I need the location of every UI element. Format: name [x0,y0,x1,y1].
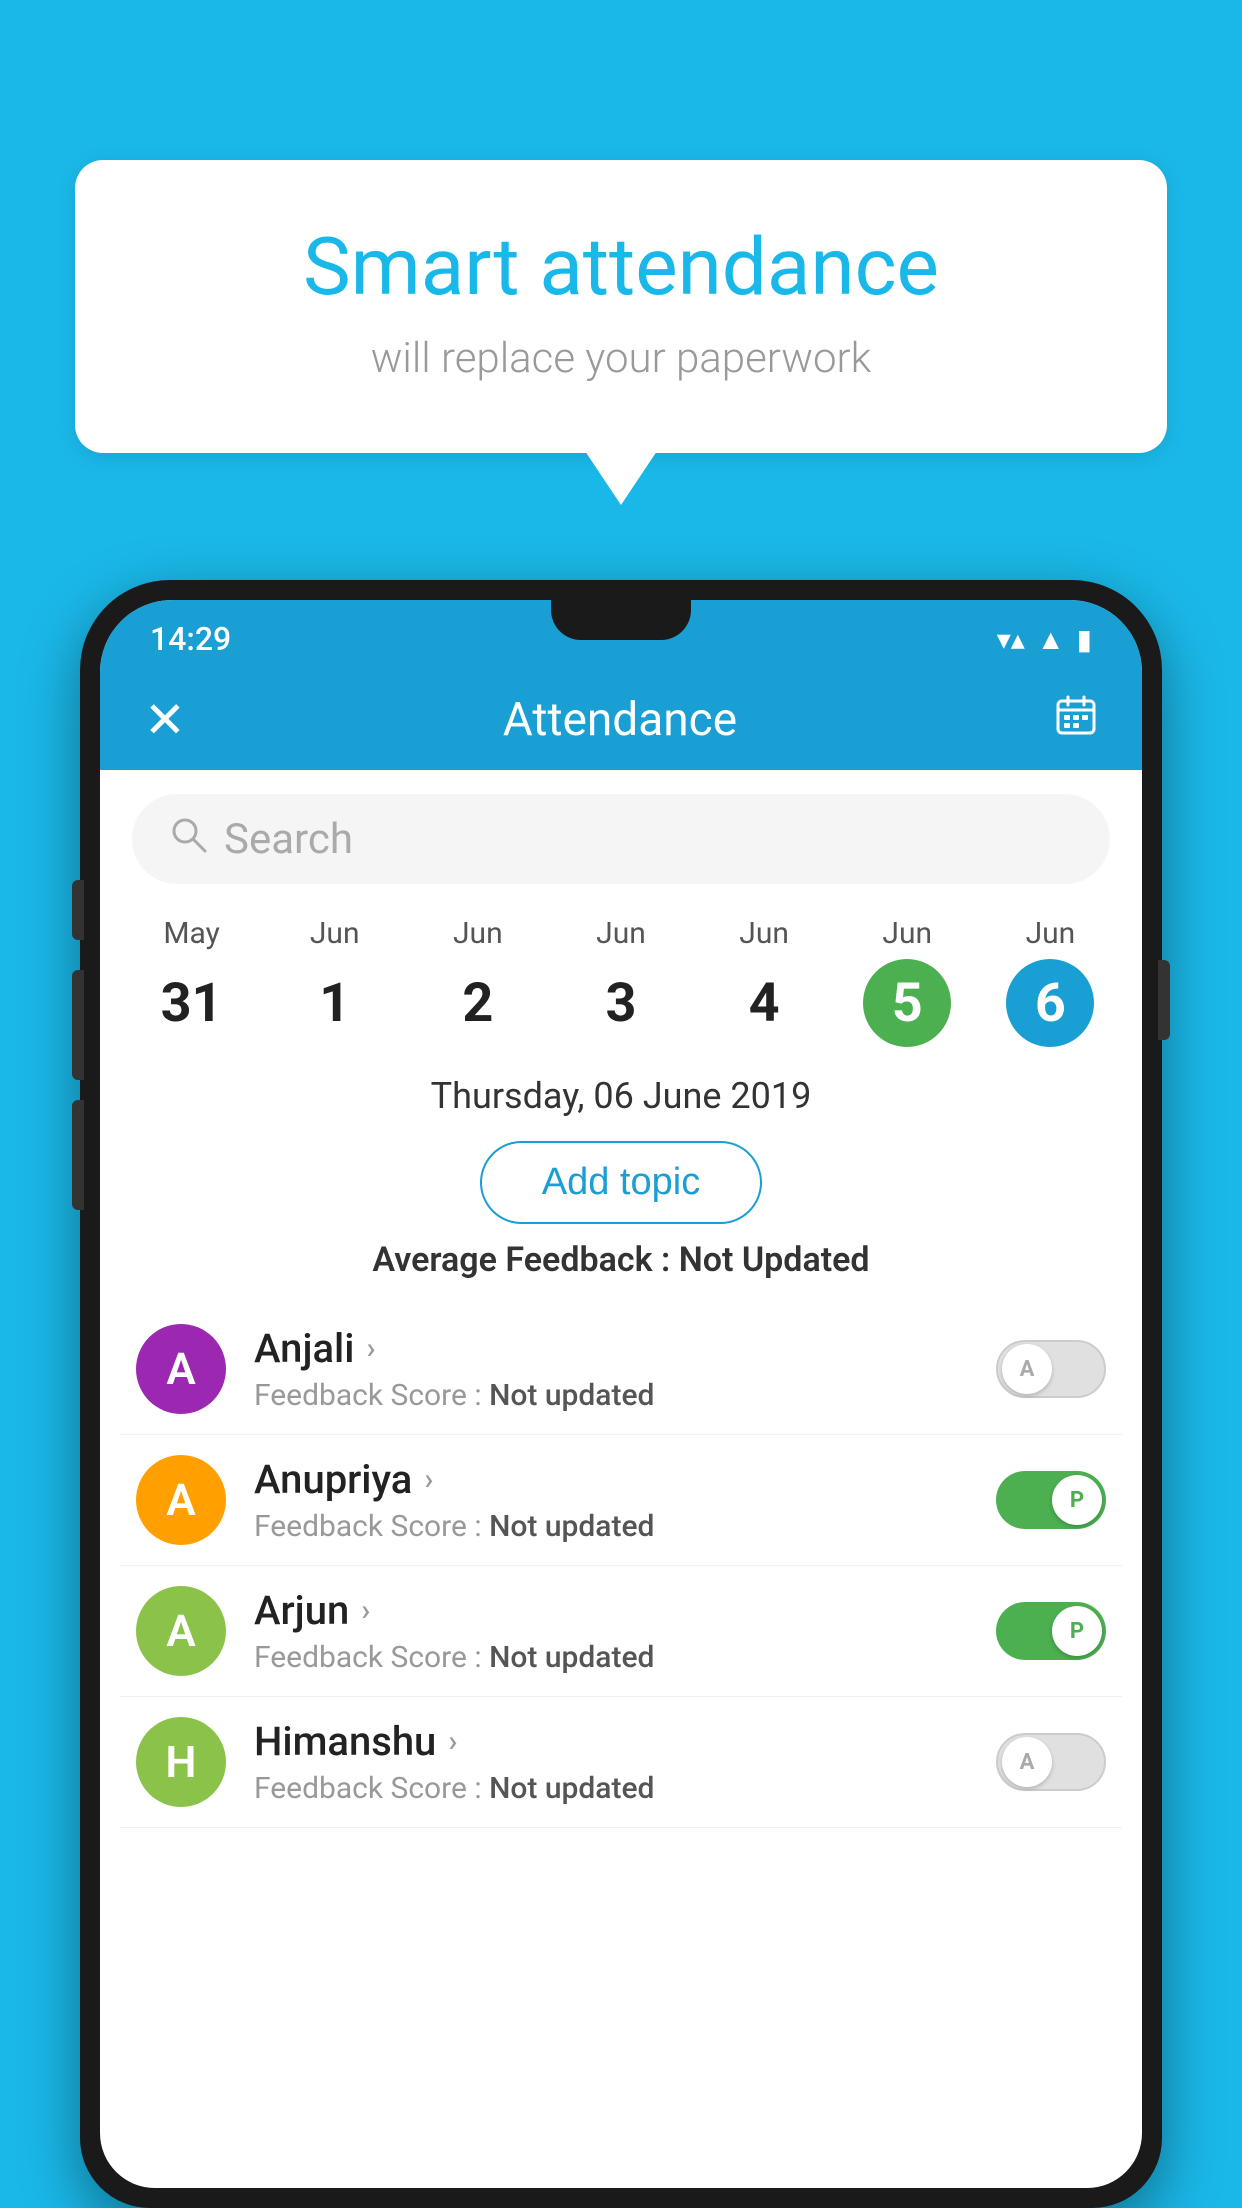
avg-feedback-value: Not Updated [679,1240,870,1280]
student-row-0[interactable]: AAnjali ›Feedback Score : Not updatedA [120,1304,1122,1435]
status-icons: ▾▴ ▲ ▮ [997,623,1092,656]
date-num-5: 5 [863,959,951,1047]
student-info-1: Anupriya › Feedback Score : Not updated [254,1456,996,1544]
status-time: 14:29 [150,620,231,658]
chevron-right-icon: › [424,1462,433,1497]
date-num-3: 3 [577,959,665,1047]
toggle-knob-1: P [1052,1475,1102,1525]
date-month-2: Jun [453,916,503,951]
feedback-score-0: Feedback Score : Not updated [254,1378,996,1413]
chevron-right-icon: › [366,1331,375,1366]
attendance-toggle-1[interactable]: P [996,1471,1106,1529]
date-month-4: Jun [739,916,789,951]
toggle-knob-3: A [1002,1737,1052,1787]
date-col-1[interactable]: Jun 1 [291,916,379,1047]
date-month-1: Jun [310,916,360,951]
speech-subtitle: will replace your paperwork [155,334,1087,383]
date-strip: May 31 Jun 1 Jun 2 Jun 3 Jun 4 Jun 5 Jun 6 [100,900,1142,1047]
attendance-toggle-0[interactable]: A [996,1340,1106,1398]
date-num-0: 31 [148,959,236,1047]
avg-feedback-label: Average Feedback : [372,1240,670,1280]
date-num-1: 1 [291,959,379,1047]
chevron-right-icon: › [448,1724,457,1759]
student-info-0: Anjali › Feedback Score : Not updated [254,1325,996,1413]
battery-icon: ▮ [1077,623,1092,656]
search-bar[interactable]: Search [132,794,1110,884]
student-info-2: Arjun › Feedback Score : Not updated [254,1587,996,1675]
student-avatar-2: A [136,1586,226,1676]
toggle-knob-2: P [1052,1606,1102,1656]
date-col-0[interactable]: May 31 [148,916,236,1047]
attendance-toggle-2[interactable]: P [996,1602,1106,1660]
date-month-5: Jun [882,916,932,951]
signal-icon: ▲ [1037,623,1065,656]
student-info-3: Himanshu › Feedback Score : Not updated [254,1718,996,1806]
speech-bubble-container: Smart attendance will replace your paper… [75,160,1167,453]
date-num-4: 4 [720,959,808,1047]
date-num-6: 6 [1006,959,1094,1047]
speech-title: Smart attendance [155,220,1087,314]
speech-bubble: Smart attendance will replace your paper… [75,160,1167,453]
chevron-right-icon: › [361,1593,370,1628]
date-col-4[interactable]: Jun 4 [720,916,808,1047]
date-col-6[interactable]: Jun 6 [1006,916,1094,1047]
wifi-icon: ▾▴ [997,623,1025,656]
student-row-3[interactable]: H Himanshu › Feedback Score : Not updatedA [120,1697,1122,1828]
avg-feedback: Average Feedback : Not Updated [100,1240,1142,1280]
feedback-score-1: Feedback Score : Not updated [254,1509,996,1544]
search-input-placeholder: Search [224,815,353,864]
date-month-6: Jun [1026,916,1076,951]
date-num-2: 2 [434,959,522,1047]
volume-up-button [72,970,84,1080]
app-title: Attendance [503,693,737,747]
calendar-icon[interactable] [1054,693,1098,748]
date-col-5[interactable]: Jun 5 [863,916,951,1047]
student-row-2[interactable]: A Arjun › Feedback Score : Not updated P [120,1566,1122,1697]
feedback-score-3: Feedback Score : Not updated [254,1771,996,1806]
toggle-knob-0: A [1002,1344,1052,1394]
mute-button [72,880,84,940]
student-avatar-3: H [136,1717,226,1807]
phone-frame: 14:29 ▾▴ ▲ ▮ ✕ Attendance [80,580,1162,2208]
student-avatar-0: A [136,1324,226,1414]
student-row-1[interactable]: A Anupriya › Feedback Score : Not updated P [120,1435,1122,1566]
volume-down-button [72,1100,84,1210]
date-col-3[interactable]: Jun 3 [577,916,665,1047]
phone-screen: 14:29 ▾▴ ▲ ▮ ✕ Attendance [100,600,1142,2188]
app-header: ✕ Attendance [100,670,1142,770]
close-button[interactable]: ✕ [144,691,186,750]
student-name-3: Himanshu › [254,1718,996,1765]
search-icon [168,814,208,864]
selected-date-label: Thursday, 06 June 2019 [100,1075,1142,1117]
student-avatar-1: A [136,1455,226,1545]
attendance-toggle-3[interactable]: A [996,1733,1106,1791]
student-list: AAnjali ›Feedback Score : Not updatedAAA… [100,1304,1142,1828]
student-name-1: Anupriya › [254,1456,996,1503]
student-name-0: Anjali › [254,1325,996,1372]
phone-notch [551,600,691,640]
date-month-0: May [163,916,219,951]
date-month-3: Jun [596,916,646,951]
power-button [1158,960,1170,1040]
feedback-score-2: Feedback Score : Not updated [254,1640,996,1675]
date-col-2[interactable]: Jun 2 [434,916,522,1047]
add-topic-button[interactable]: Add topic [480,1141,762,1224]
student-name-2: Arjun › [254,1587,996,1634]
